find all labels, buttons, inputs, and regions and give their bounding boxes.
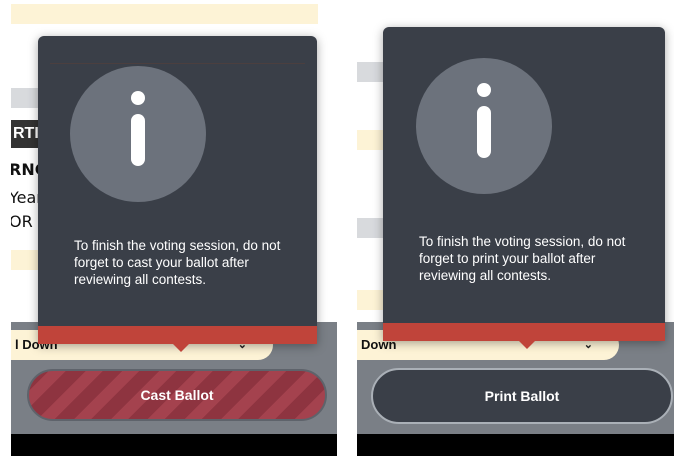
info-icon <box>70 66 206 202</box>
background-row <box>357 62 385 82</box>
modal-pointer <box>173 344 189 352</box>
screen-bottom-edge <box>11 434 337 456</box>
right-screen: Down ⌄ Print Ballot To finish the voting… <box>357 0 674 456</box>
background-row <box>357 290 385 310</box>
left-screen: RTIS RNC Year OR C l Down ⌄ Cast Ballot … <box>11 0 337 456</box>
reminder-message: To finish the voting session, do not for… <box>74 238 281 287</box>
cast-ballot-button[interactable]: Cast Ballot <box>27 369 327 421</box>
background-row <box>11 4 318 24</box>
modal-divider <box>50 63 305 64</box>
background-row <box>357 218 385 238</box>
info-icon-stem <box>477 106 491 158</box>
print-ballot-button[interactable]: Print Ballot <box>371 368 673 424</box>
screen-bottom-edge <box>357 434 674 456</box>
reminder-modal: To finish the voting session, do not for… <box>383 27 665 349</box>
modal-accent-bar <box>38 326 317 344</box>
info-icon <box>416 58 552 194</box>
reminder-message: To finish the voting session, do not for… <box>419 234 626 283</box>
background-row <box>357 130 385 150</box>
info-icon-stem <box>131 114 145 166</box>
party-header: RTIS <box>11 120 49 148</box>
modal-accent-bar <box>383 323 665 341</box>
background-row <box>11 88 41 108</box>
modal-pointer <box>519 341 535 349</box>
info-icon-dot <box>131 91 145 105</box>
reminder-modal: To finish the voting session, do not for… <box>38 36 317 352</box>
background-row <box>11 250 41 270</box>
info-icon-dot <box>477 83 491 97</box>
